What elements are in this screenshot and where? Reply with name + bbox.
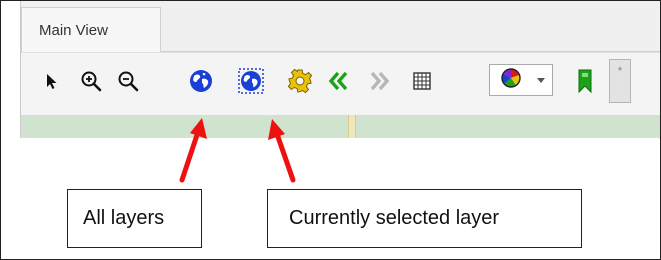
zoom-in-icon[interactable] bbox=[77, 67, 105, 95]
callout-currently-selected-layer: Currently selected layer bbox=[267, 189, 582, 248]
select-arrow-icon[interactable] bbox=[38, 67, 66, 95]
gear-icon[interactable] bbox=[286, 67, 314, 95]
callout-all-layers-text: All layers bbox=[83, 207, 165, 229]
forward-double-chevron-icon[interactable] bbox=[365, 67, 393, 95]
globe-selected-layer-icon[interactable] bbox=[237, 67, 265, 95]
map-road bbox=[348, 115, 356, 139]
tab-main-view-label: Main View bbox=[39, 22, 108, 39]
color-picker-icon bbox=[496, 67, 526, 94]
globe-all-layers-icon[interactable] bbox=[187, 67, 215, 95]
back-double-chevron-icon[interactable] bbox=[325, 67, 353, 95]
screenshot-crop-edge bbox=[20, 138, 659, 142]
toolbar-small-box-label: * bbox=[617, 64, 623, 78]
map-canvas[interactable] bbox=[21, 115, 660, 139]
map-toolbar: * bbox=[21, 52, 660, 115]
grid-icon[interactable] bbox=[408, 67, 436, 95]
tab-main-view[interactable]: Main View bbox=[21, 7, 161, 52]
zoom-out-icon[interactable] bbox=[114, 67, 142, 95]
bookmark-icon[interactable] bbox=[571, 67, 599, 95]
callout-currently-selected-layer-text: Currently selected layer bbox=[289, 207, 500, 229]
callout-all-layers: All layers bbox=[67, 189, 202, 248]
toolbar-small-box[interactable]: * bbox=[609, 59, 631, 103]
chevron-down-icon bbox=[537, 78, 545, 83]
color-picker-dropdown[interactable] bbox=[489, 64, 553, 96]
main-view-window: Main View * bbox=[20, 1, 660, 139]
